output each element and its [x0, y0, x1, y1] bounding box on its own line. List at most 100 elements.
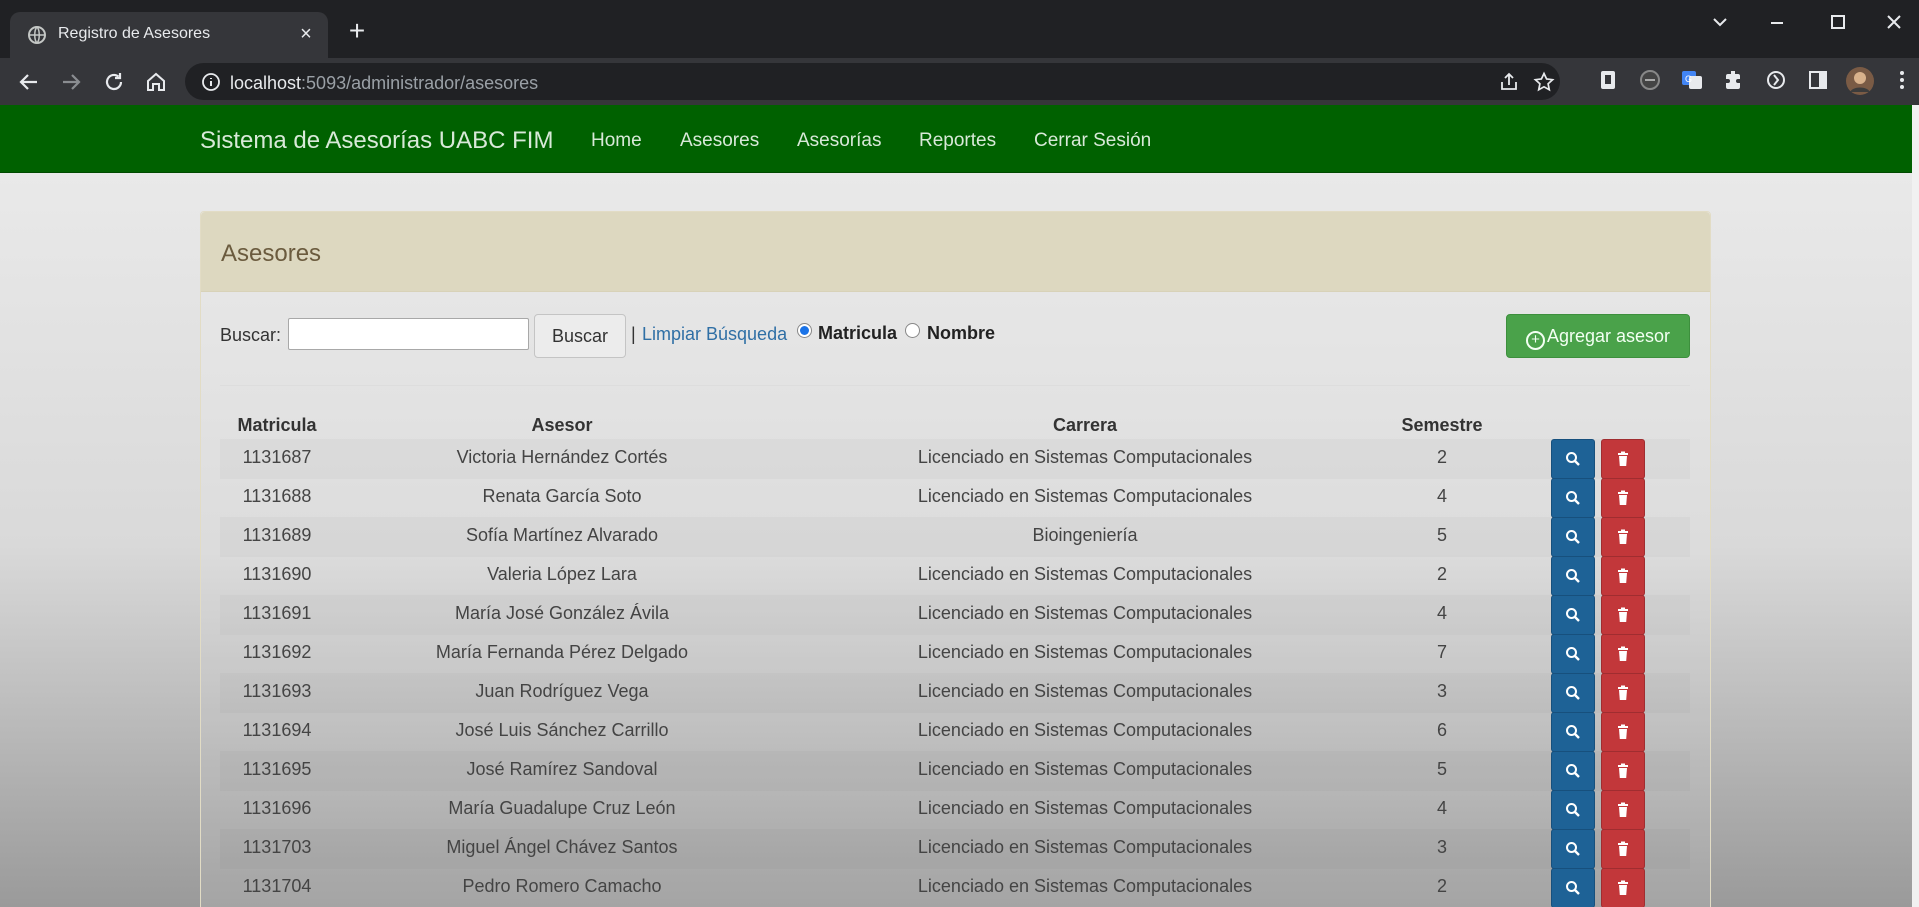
radio-matricula-label[interactable]: Matricula — [818, 323, 897, 344]
view-asesor-button[interactable] — [1551, 556, 1595, 596]
delete-asesor-button[interactable] — [1601, 595, 1645, 635]
delete-asesor-button[interactable] — [1601, 439, 1645, 479]
radio-matricula[interactable] — [797, 323, 812, 338]
view-asesor-button[interactable] — [1551, 712, 1595, 752]
cell-semestre: 6 — [1436, 720, 1447, 740]
cell-matricula: 1131689 — [242, 525, 312, 545]
bookmark-star-icon[interactable] — [1533, 71, 1555, 93]
site-navbar: Sistema de Asesorías UABC FIM Home Aseso… — [0, 105, 1912, 173]
view-asesor-button[interactable] — [1551, 634, 1595, 674]
trash-icon — [1602, 724, 1644, 740]
delete-asesor-button[interactable] — [1601, 478, 1645, 518]
delete-asesor-button[interactable] — [1601, 790, 1645, 830]
sync-icon[interactable] — [1764, 68, 1788, 92]
cell-carrera: Licenciado en Sistemas Computacionales — [917, 681, 1253, 701]
cell-asesor: José Luis Sánchez Carrillo — [455, 720, 669, 740]
radio-nombre-label[interactable]: Nombre — [927, 323, 995, 344]
cell-carrera: Licenciado en Sistemas Computacionales — [917, 798, 1253, 818]
reload-icon[interactable] — [100, 68, 128, 96]
delete-asesor-button[interactable] — [1601, 712, 1645, 752]
url-text[interactable]: localhost:5093/administrador/asesores — [230, 73, 538, 94]
home-icon[interactable] — [142, 68, 170, 96]
cell-carrera: Licenciado en Sistemas Computacionales — [917, 486, 1253, 506]
cell-semestre: 3 — [1436, 837, 1447, 857]
cell-carrera: Licenciado en Sistemas Computacionales — [917, 759, 1253, 779]
search-label: Buscar: — [220, 325, 282, 345]
browser-tab[interactable]: Registro de Asesores × — [10, 12, 328, 58]
view-asesor-button[interactable] — [1551, 478, 1595, 518]
table-row: 1131688 Renata García Soto Licenciado en S… — [220, 478, 1690, 518]
info-icon[interactable] — [201, 72, 221, 92]
view-asesor-button[interactable] — [1551, 673, 1595, 713]
puzzle-extensions-icon[interactable] — [1722, 68, 1746, 92]
chevron-down-icon[interactable] — [1700, 8, 1740, 36]
table-row: 1131695 José Ramírez Sandoval Licenciado e… — [220, 751, 1690, 791]
close-window-icon[interactable] — [1874, 8, 1914, 36]
trash-icon — [1602, 451, 1644, 467]
delete-asesor-button[interactable] — [1601, 829, 1645, 869]
view-asesor-button[interactable] — [1551, 595, 1595, 635]
cell-matricula: 1131695 — [242, 759, 312, 779]
forward-arrow-icon[interactable] — [57, 68, 85, 96]
cell-semestre: 4 — [1436, 486, 1447, 506]
delete-asesor-button[interactable] — [1601, 634, 1645, 674]
extension-circle-icon[interactable] — [1638, 68, 1662, 92]
nav-link-asesores[interactable]: Asesores — [680, 130, 759, 152]
cell-carrera: Licenciado en Sistemas Computacionales — [917, 720, 1253, 740]
trash-icon — [1602, 529, 1644, 545]
view-asesor-button[interactable] — [1551, 829, 1595, 869]
maximize-icon[interactable] — [1818, 8, 1858, 36]
side-panel-icon[interactable] — [1806, 68, 1830, 92]
delete-asesor-button[interactable] — [1601, 556, 1645, 596]
cell-matricula: 1131691 — [242, 603, 312, 623]
delete-asesor-button[interactable] — [1601, 868, 1645, 907]
view-asesor-button[interactable] — [1551, 868, 1595, 907]
add-asesor-button[interactable]: + Agregar asesor — [1506, 314, 1690, 358]
site-brand[interactable]: Sistema de Asesorías UABC FIM — [200, 127, 553, 155]
table-row: 1131696 María Guadalupe Cruz León Licencia… — [220, 790, 1690, 830]
cell-matricula: 1131688 — [242, 486, 312, 506]
search-icon — [1552, 646, 1594, 662]
search-icon — [1552, 802, 1594, 818]
cell-carrera: Licenciado en Sistemas Computacionales — [917, 876, 1253, 896]
cell-matricula: 1131704 — [242, 876, 312, 896]
minimize-icon[interactable] — [1757, 8, 1797, 36]
nav-link-reportes[interactable]: Reportes — [919, 130, 996, 152]
divider — [220, 385, 1690, 386]
tab-title: Registro de Asesores — [58, 25, 211, 42]
delete-asesor-button[interactable] — [1601, 517, 1645, 557]
cell-matricula: 1131694 — [242, 720, 312, 740]
cell-semestre: 2 — [1436, 447, 1447, 467]
table-row: 1131704 Pedro Romero Camacho Licenciado en… — [220, 868, 1690, 907]
search-icon — [1552, 607, 1594, 623]
nav-link-cerrar-sesion[interactable]: Cerrar Sesión — [1034, 130, 1151, 152]
separator: | — [631, 324, 636, 344]
delete-asesor-button[interactable] — [1601, 673, 1645, 713]
nav-link-asesorias[interactable]: Asesorías — [797, 130, 881, 152]
clear-search-link[interactable]: Limpiar Búsqueda — [642, 324, 787, 345]
page-viewport: Sistema de Asesorías UABC FIM Home Aseso… — [0, 105, 1919, 907]
close-tab-icon[interactable]: × — [294, 22, 318, 46]
kebab-menu-icon[interactable] — [1890, 68, 1914, 92]
nav-link-home[interactable]: Home — [591, 130, 642, 152]
cell-matricula: 1131690 — [242, 564, 312, 584]
view-asesor-button[interactable] — [1551, 517, 1595, 557]
share-icon[interactable] — [1498, 71, 1520, 93]
view-asesor-button[interactable] — [1551, 751, 1595, 791]
address-bar[interactable]: localhost:5093/administrador/asesores — [185, 63, 1560, 100]
radio-nombre[interactable] — [905, 323, 920, 338]
back-arrow-icon[interactable] — [15, 68, 43, 96]
search-button[interactable]: Buscar — [534, 314, 626, 358]
avatar[interactable] — [1845, 66, 1875, 96]
view-asesor-button[interactable] — [1551, 439, 1595, 479]
trash-icon — [1602, 685, 1644, 701]
page-scrollbar[interactable] — [1912, 105, 1919, 907]
translate-icon[interactable]: G — [1680, 68, 1704, 92]
extension-clipboard-icon[interactable] — [1596, 68, 1620, 92]
table-row: 1131693 Juan Rodríguez Vega Licenciado en … — [220, 673, 1690, 713]
view-asesor-button[interactable] — [1551, 790, 1595, 830]
search-input[interactable] — [288, 318, 529, 350]
table-row: 1131694 José Luis Sánchez Carrillo Licenci… — [220, 712, 1690, 752]
delete-asesor-button[interactable] — [1601, 751, 1645, 791]
new-tab-button[interactable]: + — [345, 17, 369, 45]
